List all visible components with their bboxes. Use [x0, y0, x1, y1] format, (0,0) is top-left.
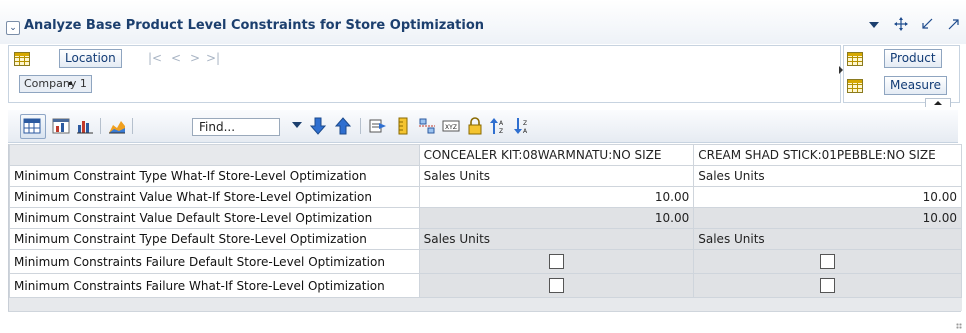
nav-previous-icon[interactable]: <	[171, 51, 181, 65]
product-dimension-icon	[847, 52, 863, 66]
sort-ascending-icon[interactable]: AZ	[490, 117, 508, 135]
grid-cell[interactable]: Sales Units	[693, 165, 962, 187]
grid-cell[interactable]: 10.00	[693, 186, 962, 208]
resize-grip-icon[interactable]	[956, 323, 962, 329]
lock-icon[interactable]	[466, 117, 484, 135]
svg-text:XYZ: XYZ	[445, 124, 457, 131]
panel-title: Analyze Base Product Level Constraints f…	[24, 18, 485, 33]
nav-last-icon[interactable]: >|	[206, 51, 220, 65]
grid-corner-cell	[9, 144, 420, 166]
data-grid: CONCEALER KIT:08WARMNATU:NO SIZE CREAM S…	[8, 144, 962, 311]
panel-titlebar: ⌄ Analyze Base Product Level Constraints…	[0, 0, 966, 44]
checkbox	[548, 254, 564, 269]
location-dimension-button[interactable]: Location	[59, 49, 122, 68]
move-icon[interactable]	[894, 17, 908, 31]
minimize-icon[interactable]	[921, 18, 933, 30]
split-icon[interactable]	[418, 117, 436, 135]
export-icon[interactable]	[369, 117, 387, 135]
collapse-toggle-icon[interactable]: ⌄	[6, 21, 20, 35]
grid-cell: Sales Units	[418, 228, 695, 250]
svg-text:A: A	[523, 128, 528, 135]
pov-panel: Location	[8, 45, 841, 103]
measure-dimension-icon	[847, 79, 863, 93]
svg-text:Z: Z	[523, 120, 527, 127]
row-header[interactable]: Minimum Constraint Value What-If Store-L…	[9, 186, 420, 208]
measure-dimension-button[interactable]: Measure	[884, 76, 947, 95]
grid-cell[interactable]: Sales Units	[418, 165, 695, 187]
find-next-icon[interactable]	[309, 117, 327, 135]
toolbar-separator	[360, 118, 361, 134]
grid-cell: 10.00	[693, 207, 962, 229]
nav-next-icon[interactable]: >	[190, 51, 200, 65]
grid-cell[interactable]: 10.00	[418, 186, 695, 208]
dropdown-arrow-icon[interactable]	[869, 22, 879, 30]
svg-text:A: A	[499, 120, 504, 127]
row-header[interactable]: Minimum Constraint Type What-If Store-Le…	[9, 165, 420, 187]
find-dropdown-icon[interactable]	[292, 122, 302, 130]
spreadsheet-view-icon[interactable]	[23, 117, 41, 135]
ruler-icon[interactable]	[394, 117, 412, 135]
product-dimension-button[interactable]: Product	[884, 49, 942, 68]
row-header[interactable]: Minimum Constraint Type Default Store-Le…	[9, 228, 420, 250]
svg-text:Z: Z	[499, 128, 503, 135]
checkbox	[820, 278, 836, 293]
row-header[interactable]: Minimum Constraint Value Default Store-L…	[9, 207, 420, 229]
find-input[interactable]	[192, 118, 280, 136]
toolbar-separator	[100, 118, 101, 134]
grid-cell: Sales Units	[693, 228, 962, 250]
toolbar-separator	[132, 118, 133, 134]
maximize-icon[interactable]	[948, 18, 960, 30]
grid-cell	[693, 249, 962, 274]
xyz-icon[interactable]: XYZ	[442, 117, 460, 135]
grid-cell: 10.00	[418, 207, 695, 229]
drop-target-marker	[69, 82, 72, 85]
bar-chart-icon[interactable]	[76, 117, 94, 135]
collapse-pov-button[interactable]	[925, 98, 951, 107]
row-header[interactable]: Minimum Constraints Failure What-If Stor…	[9, 273, 420, 298]
find-previous-icon[interactable]	[334, 117, 352, 135]
location-dimension-icon	[14, 52, 30, 66]
area-chart-icon[interactable]	[108, 117, 126, 135]
column-header[interactable]: CREAM SHAD STICK:01PEBBLE:NO SIZE	[693, 144, 962, 166]
grid-bottom-strip	[8, 311, 961, 322]
grid-cell	[693, 273, 962, 298]
location-member-tag[interactable]: Company 1	[19, 75, 92, 93]
grid-cell	[418, 249, 695, 274]
pivot-chart-icon[interactable]	[52, 117, 70, 135]
checkbox	[548, 278, 564, 293]
pov-right-panel: Product Measure	[843, 45, 960, 103]
grid-cell	[418, 273, 695, 298]
sort-descending-icon[interactable]: ZA	[514, 117, 532, 135]
toolbar: XYZ AZ ZA	[8, 110, 958, 143]
column-header[interactable]: CONCEALER KIT:08WARMNATU:NO SIZE	[418, 144, 695, 166]
nav-first-icon[interactable]: |<	[148, 51, 162, 65]
checkbox	[820, 254, 836, 269]
row-header[interactable]: Minimum Constraints Failure Default Stor…	[9, 249, 420, 274]
